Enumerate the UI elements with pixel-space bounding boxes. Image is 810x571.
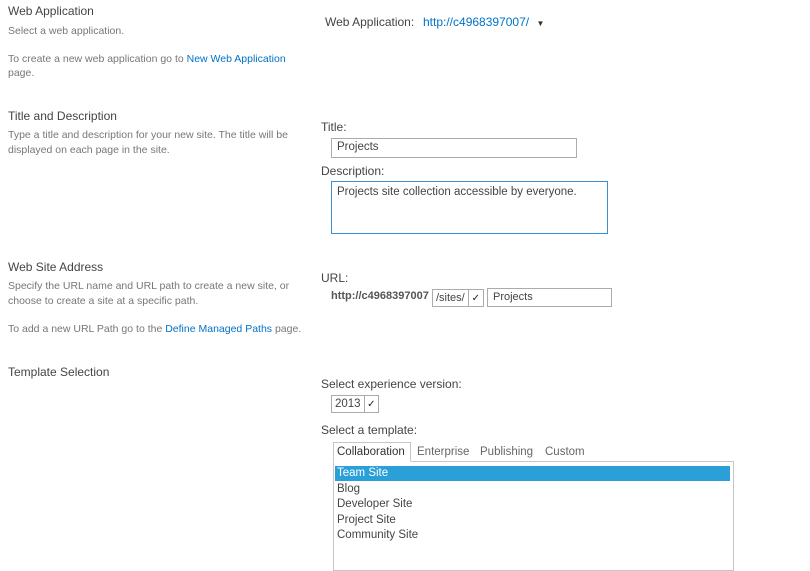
- url-label: URL:: [321, 271, 349, 285]
- description-label: Description:: [321, 164, 385, 178]
- selected-template-highlight: [335, 466, 730, 481]
- title-description-desc-2: displayed on each page in the site.: [8, 144, 170, 156]
- web-application-label: Web Application:: [325, 15, 415, 29]
- create-suffix: page.: [8, 67, 35, 79]
- web-application-heading: Web Application: [8, 4, 94, 18]
- tab-enterprise[interactable]: Enterprise: [417, 446, 469, 458]
- chevron-down-icon: ✓: [363, 396, 378, 412]
- tab-publishing[interactable]: Publishing: [480, 446, 533, 458]
- description-textarea[interactable]: Projects site collection accessible by e…: [331, 181, 608, 234]
- tab-collaboration[interactable]: Collaboration: [333, 442, 411, 462]
- url-path-select[interactable]: /sites/✓: [432, 289, 484, 307]
- tab-collaboration-label: Collaboration: [337, 446, 405, 458]
- chevron-down-icon: ✓: [467, 290, 483, 306]
- template-selection-heading: Template Selection: [8, 365, 110, 379]
- create-prefix: To create a new web application go to: [8, 53, 187, 65]
- new-web-application-link[interactable]: New Web Application: [187, 53, 286, 65]
- url-base: http://c4968397007: [331, 290, 429, 302]
- template-item-blog[interactable]: Blog: [337, 483, 360, 495]
- define-managed-paths-link[interactable]: Define Managed Paths: [165, 323, 272, 335]
- managed-suffix: page.: [272, 323, 302, 335]
- web-application-create-text: To create a new web application go to Ne…: [8, 52, 286, 67]
- version-label: Select experience version:: [321, 377, 462, 391]
- web-application-selector[interactable]: http://c4968397007/ ▼: [423, 15, 544, 29]
- tab-custom[interactable]: Custom: [545, 446, 585, 458]
- title-label: Title:: [321, 120, 347, 134]
- url-path-value: /sites/: [436, 292, 465, 304]
- managed-prefix: To add a new URL Path go to the: [8, 323, 166, 335]
- caret-down-icon: ▼: [536, 19, 545, 28]
- web-site-address-heading: Web Site Address: [8, 260, 104, 274]
- site-url-name-input[interactable]: Projects: [487, 288, 612, 307]
- template-label: Select a template:: [321, 423, 418, 437]
- version-select[interactable]: 2013 ✓: [331, 395, 379, 413]
- version-value: 2013: [335, 398, 361, 410]
- web-application-desc: Select a web application.: [8, 25, 125, 37]
- template-item-community-site[interactable]: Community Site: [337, 529, 418, 541]
- template-item-team-site[interactable]: Team Site: [337, 467, 388, 479]
- title-input[interactable]: Projects: [331, 138, 577, 158]
- web-application-value: http://c4968397007/: [423, 15, 530, 29]
- template-item-project-site[interactable]: Project Site: [337, 514, 396, 526]
- title-description-heading: Title and Description: [8, 109, 117, 123]
- template-item-developer-site[interactable]: Developer Site: [337, 498, 412, 510]
- web-site-address-desc-1: Specify the URL name and URL path to cre…: [8, 280, 290, 292]
- title-description-desc-1: Type a title and description for your ne…: [8, 129, 288, 141]
- managed-paths-text: To add a new URL Path go to the Define M…: [8, 322, 301, 337]
- web-site-address-desc-2: choose to create a site at a specific pa…: [8, 295, 199, 307]
